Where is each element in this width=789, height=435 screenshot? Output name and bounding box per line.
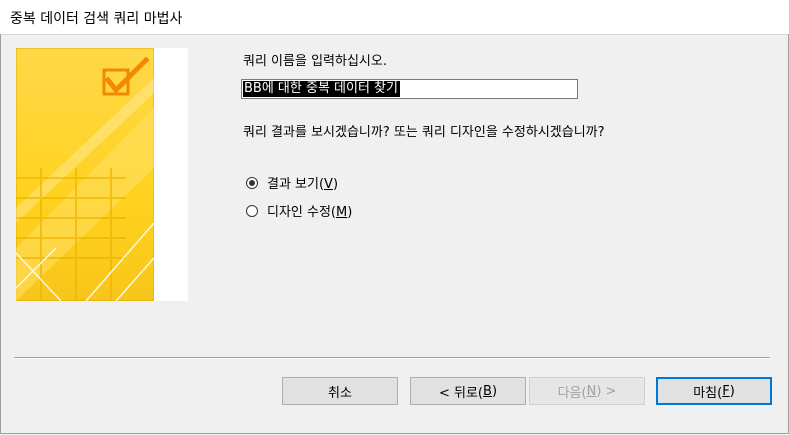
title-bar: 중복 데이터 검색 쿼리 마법사 <box>0 0 789 35</box>
radio-unselected-icon <box>246 204 258 217</box>
query-name-input[interactable]: BB에 대한 중복 데이터 찾기 <box>241 79 578 99</box>
radio-selected-icon <box>246 176 258 189</box>
back-button[interactable]: < 뒤로(B) <box>410 377 526 405</box>
action-prompt: 쿼리 결과를 보시겠습니까? 또는 쿼리 디자인을 수정하시겠습니까? <box>243 125 605 140</box>
modify-design-label: 디자인 수정(M) <box>267 205 353 220</box>
wizard-art-icon <box>16 48 154 301</box>
view-results-label: 결과 보기(V) <box>267 177 339 192</box>
separator-line <box>14 357 770 359</box>
query-name-value: BB에 대한 중복 데이터 찾기 <box>243 81 400 97</box>
cancel-button[interactable]: 취소 <box>282 377 398 405</box>
next-button[interactable]: 다음(N) > <box>529 377 645 405</box>
query-name-prompt: 쿼리 이름을 입력하십시오. <box>243 54 387 69</box>
modify-design-radio[interactable]: 디자인 수정(M) <box>246 201 352 220</box>
finish-button[interactable]: 마침(F) <box>656 377 772 405</box>
window-title: 중복 데이터 검색 쿼리 마법사 <box>10 11 183 27</box>
view-results-radio[interactable]: 결과 보기(V) <box>246 173 338 192</box>
